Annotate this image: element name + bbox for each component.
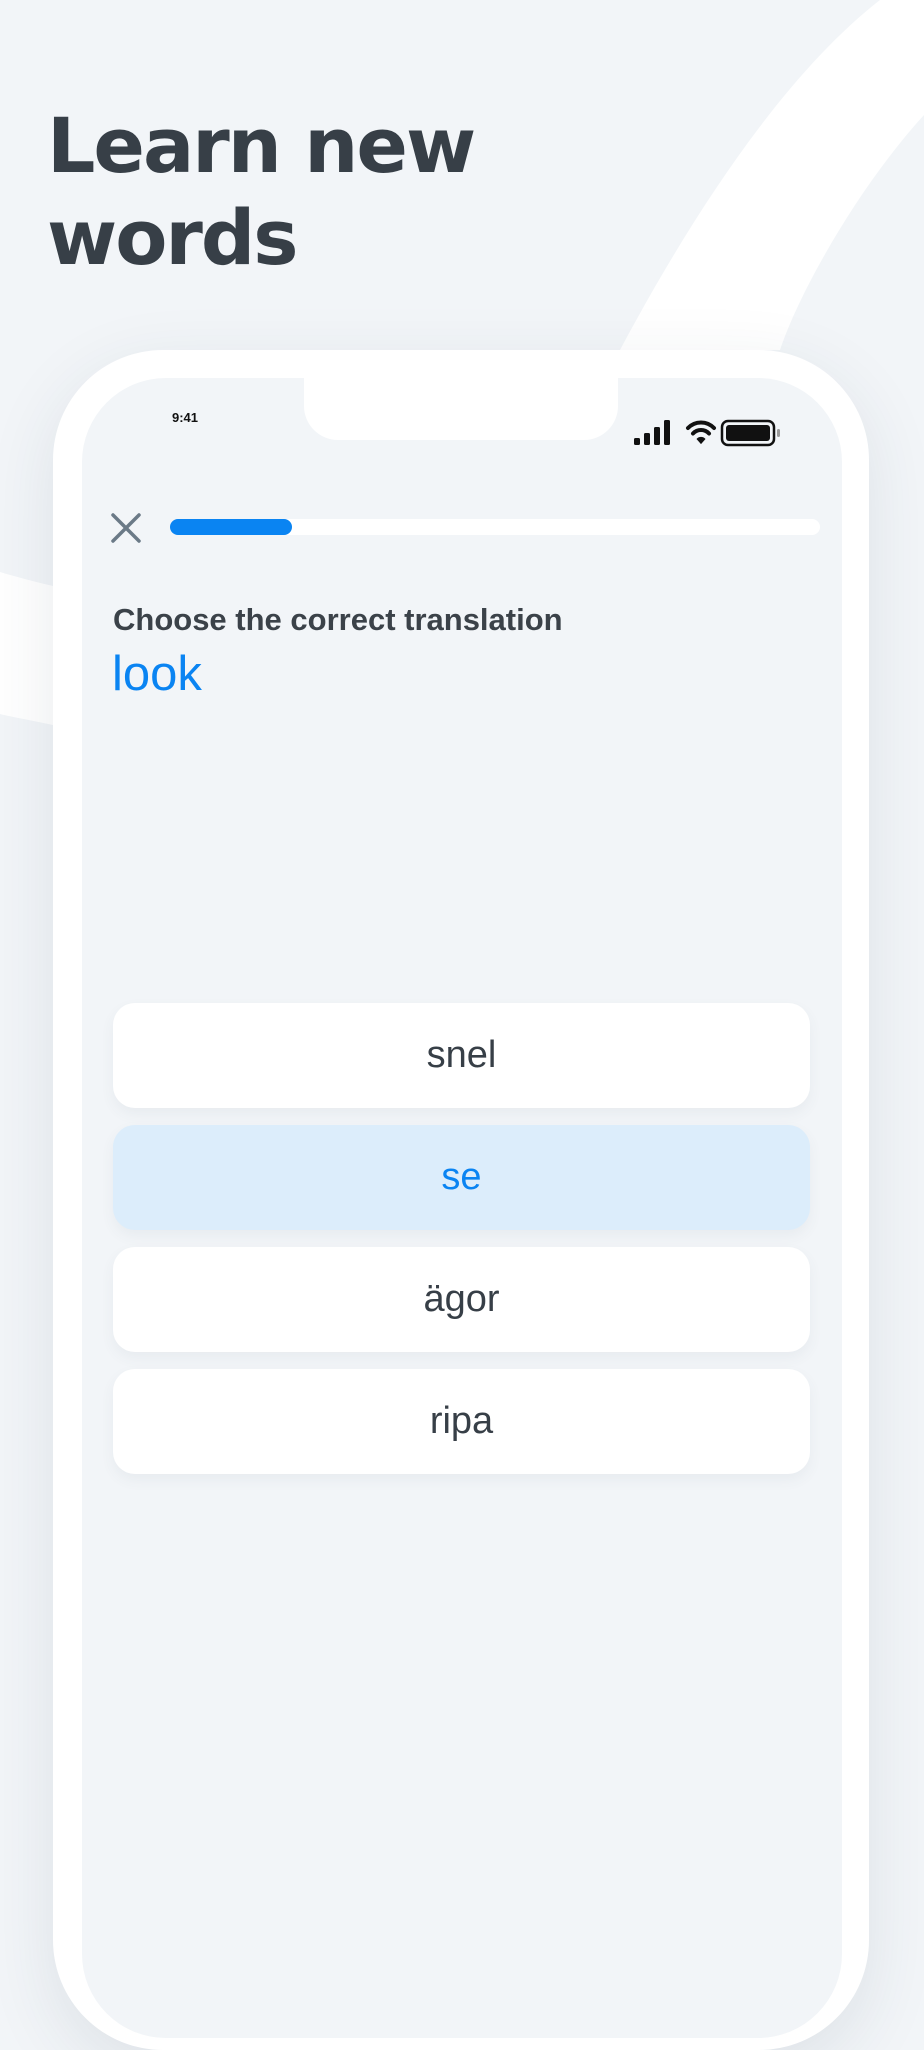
page-headline: Learn new words xyxy=(47,101,476,282)
status-icons xyxy=(634,419,780,447)
progress-bar-fill xyxy=(170,519,292,535)
cellular-signal-icon xyxy=(634,420,670,445)
question-word: look xyxy=(112,647,202,701)
phone-notch xyxy=(304,378,618,440)
battery-icon xyxy=(720,419,780,447)
progress-bar xyxy=(170,519,820,535)
answer-option[interactable]: ripa xyxy=(113,1369,810,1474)
phone-screen: 9:41 Choose the correct translation look… xyxy=(82,378,842,2038)
status-time: 9:41 xyxy=(172,410,199,425)
answer-option-selected[interactable]: se xyxy=(113,1125,810,1230)
close-icon[interactable] xyxy=(106,508,146,548)
wifi-icon xyxy=(686,420,716,445)
question-prompt: Choose the correct translation xyxy=(113,602,563,637)
answer-option[interactable]: snel xyxy=(113,1003,810,1108)
answer-options: snel se ägor ripa xyxy=(113,1003,810,1491)
answer-option[interactable]: ägor xyxy=(113,1247,810,1352)
